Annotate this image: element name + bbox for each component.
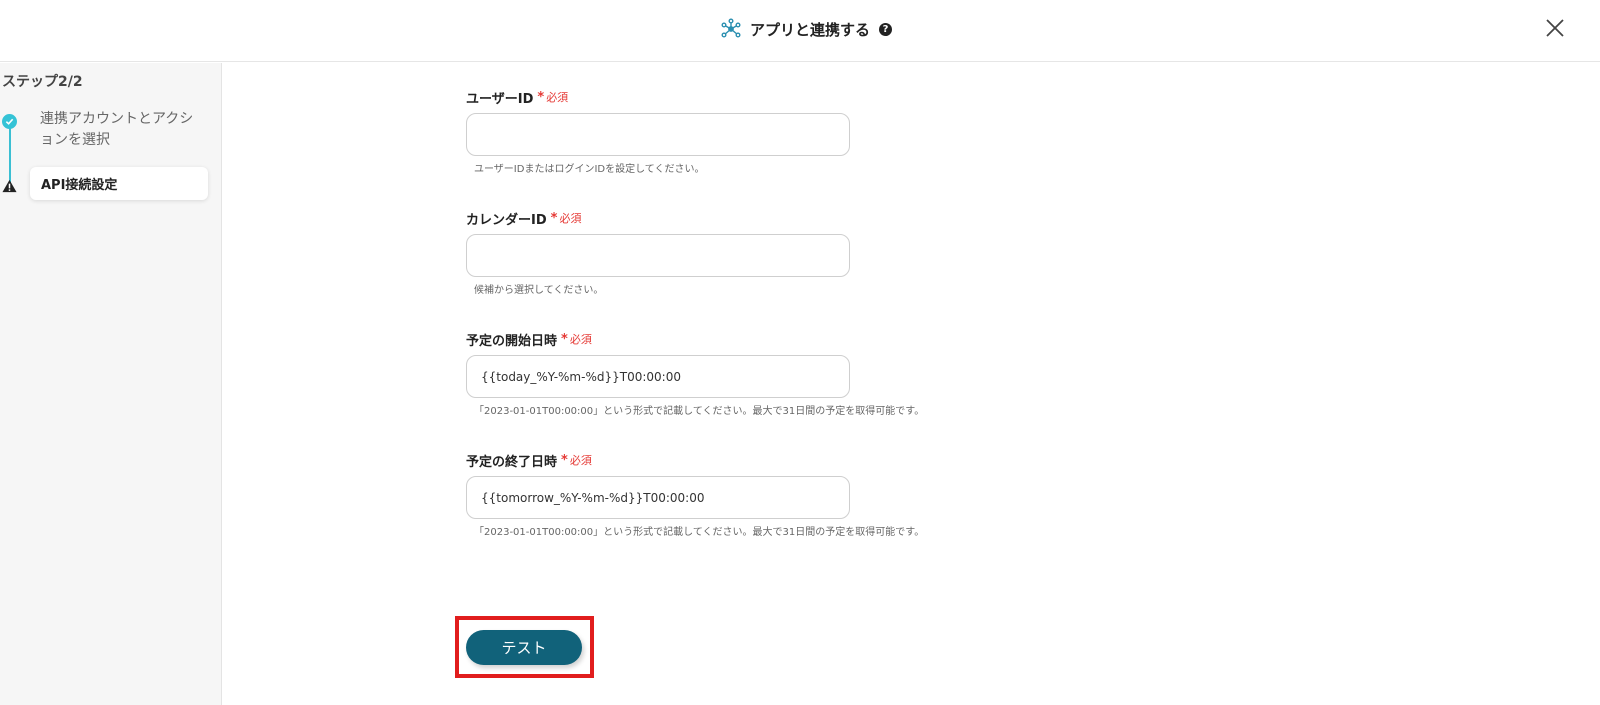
required-asterisk: *: [561, 331, 568, 347]
required-label: 必須: [559, 212, 582, 225]
required-label: 必須: [569, 454, 592, 467]
calendar-id-input[interactable]: [466, 234, 850, 277]
modal-header: アプリと連携する ?: [0, 0, 1600, 62]
network-nodes-icon: [721, 18, 741, 38]
step-connector-line: [9, 123, 11, 183]
field-end-datetime: 予定の終了日時 * 必須 「2023-01-01T00:00:00」という形式で…: [466, 451, 986, 538]
field-hint: 候補から選択してください。: [474, 285, 604, 296]
field-hint: 「2023-01-01T00:00:00」という形式で記載してください。最大で3…: [474, 527, 925, 538]
sidebar-step-2-label: API接続設定: [41, 178, 118, 193]
field-user-id: ユーザーID * 必須 ユーザーIDまたはログインIDを設定してください。: [466, 88, 986, 175]
field-hint: ユーザーIDまたはログインIDを設定してください。: [474, 164, 705, 175]
field-label: 予定の終了日時: [466, 454, 558, 470]
sidebar-step-1[interactable]: 連携アカウントとアクションを選択: [40, 109, 205, 151]
field-label: 予定の開始日時: [466, 333, 558, 349]
required-asterisk: *: [537, 89, 545, 105]
start-datetime-input[interactable]: [466, 355, 850, 398]
sidebar-step-2[interactable]: API接続設定: [30, 167, 208, 200]
header-title-group: アプリと連携する ?: [720, 16, 893, 42]
field-start-datetime: 予定の開始日時 * 必須 「2023-01-01T00:00:00」という形式で…: [466, 330, 986, 417]
test-button[interactable]: テスト: [466, 630, 582, 665]
close-icon[interactable]: [1542, 15, 1568, 41]
required-asterisk: *: [550, 210, 558, 226]
field-calendar-id: カレンダーID * 必須 候補から選択してください。: [466, 209, 986, 296]
steps-sidebar: ステップ2/2 連携アカウントとアクションを選択 API接続設定: [0, 63, 222, 705]
step-counter: ステップ2/2: [2, 74, 83, 90]
required-label: 必須: [546, 91, 569, 104]
warning-icon: [2, 179, 17, 193]
field-label: ユーザーID: [466, 91, 534, 107]
field-hint: 「2023-01-01T00:00:00」という形式で記載してください。最大で3…: [474, 406, 925, 417]
end-datetime-input[interactable]: [466, 476, 850, 519]
field-label: カレンダーID: [466, 212, 547, 228]
modal-title: アプリと連携する: [750, 20, 871, 39]
check-circle-icon: [2, 114, 17, 129]
help-icon[interactable]: ?: [879, 22, 893, 36]
user-id-input[interactable]: [466, 113, 850, 156]
required-label: 必須: [569, 333, 592, 346]
required-asterisk: *: [561, 452, 568, 468]
